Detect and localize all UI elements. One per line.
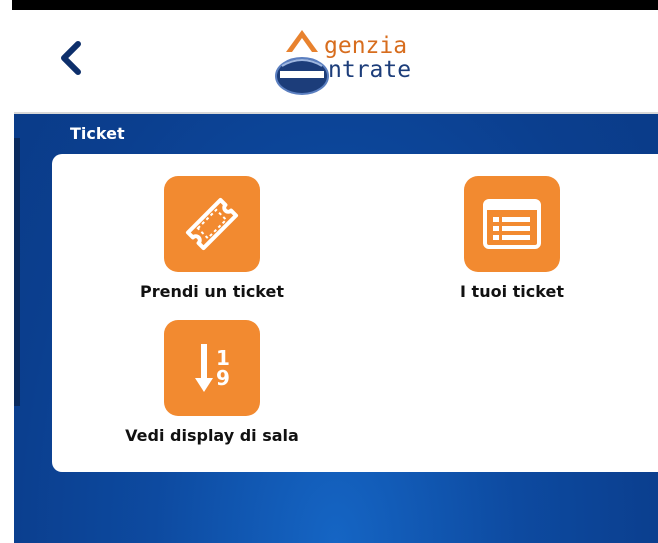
sort-digits: 1 9 xyxy=(216,348,230,388)
device-top-edge xyxy=(0,0,658,10)
logo-line-1: genzia xyxy=(324,33,408,59)
logo-wordmark: genzia ntrate xyxy=(320,34,411,82)
my-tickets-tile[interactable]: I tuoi ticket xyxy=(442,176,582,301)
chevron-left-icon xyxy=(61,41,81,75)
section-title: Ticket xyxy=(70,124,125,143)
app-screen: genzia ntrate Ticket Prendi un ticket I … xyxy=(14,10,658,543)
sort-digit-top: 1 xyxy=(216,346,230,370)
ticket-icon xyxy=(185,197,239,251)
agenzia-entrate-logo: genzia ntrate xyxy=(272,24,472,98)
ticket-card: Prendi un ticket I tuoi ticket 1 9 Vedi … xyxy=(52,154,658,472)
my-tickets-label: I tuoi ticket xyxy=(460,282,564,301)
ticket-list-icon xyxy=(483,199,541,249)
app-header: genzia ntrate xyxy=(14,10,658,114)
room-display-tile[interactable]: 1 9 Vedi display di sala xyxy=(112,320,312,445)
down-arrow-icon xyxy=(195,344,214,392)
room-display-label: Vedi display di sala xyxy=(125,426,299,445)
sort-display-icon: 1 9 xyxy=(194,342,230,394)
take-ticket-tile[interactable]: Prendi un ticket xyxy=(132,176,292,301)
side-panel-edge xyxy=(14,138,20,406)
back-button[interactable] xyxy=(52,36,88,80)
my-tickets-icon-box[interactable] xyxy=(464,176,560,272)
device-left-edge xyxy=(0,0,12,543)
sort-digit-bottom: 9 xyxy=(216,366,230,390)
logo-line-2: ntrate xyxy=(328,57,412,83)
take-ticket-icon-box[interactable] xyxy=(164,176,260,272)
take-ticket-label: Prendi un ticket xyxy=(139,282,285,301)
room-display-icon-box[interactable]: 1 9 xyxy=(164,320,260,416)
